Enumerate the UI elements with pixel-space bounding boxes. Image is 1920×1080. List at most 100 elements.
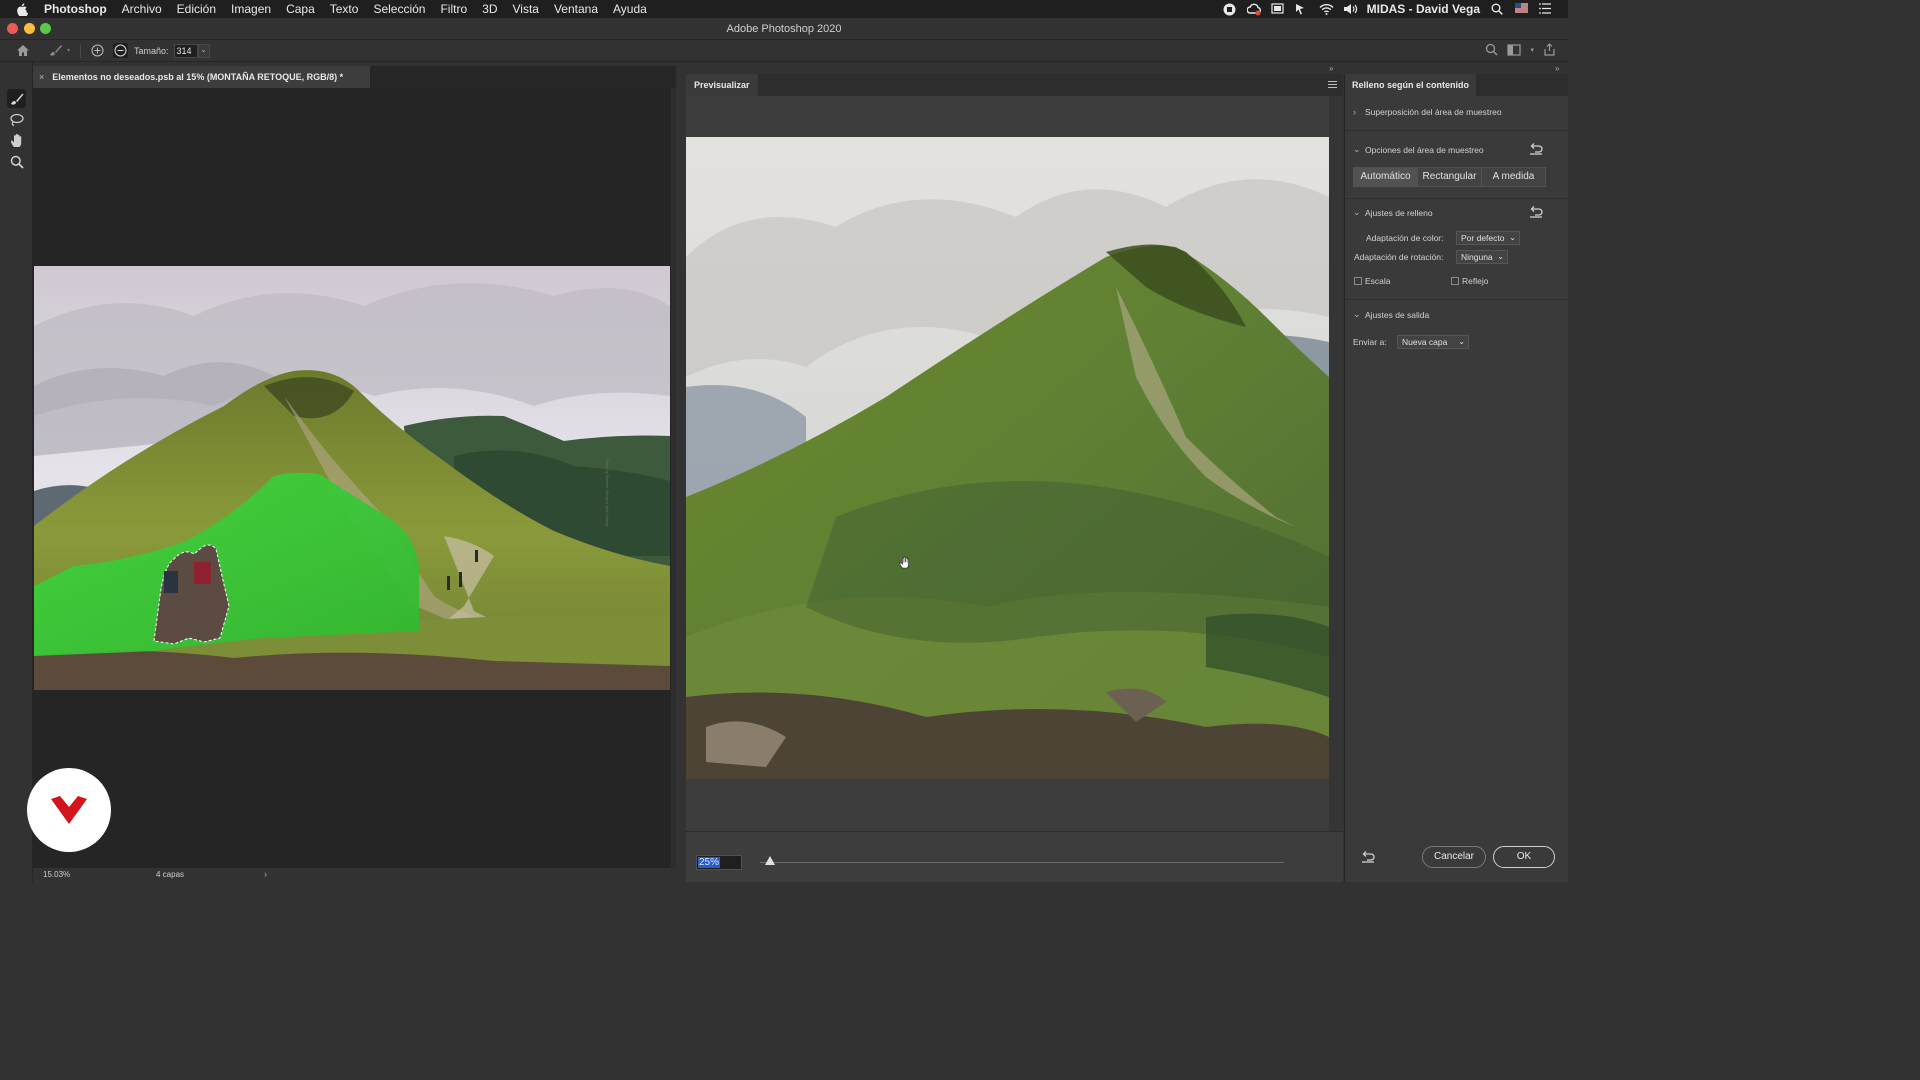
preview-canvas-area[interactable] [686,96,1343,831]
rotation-adaptation-value: Ninguna [1461,252,1493,262]
home-icon[interactable] [15,43,31,59]
menu-ventana[interactable]: Ventana [554,2,598,16]
content-aware-fill-tab[interactable]: Relleno según el contenido [1345,74,1477,96]
content-aware-fill-header: Relleno según el contenido [1345,74,1568,96]
content-aware-fill-panel: Relleno según el contenido › Superposici… [1344,74,1569,882]
hand-tool[interactable] [7,131,26,150]
sampling-mode-custom[interactable]: A medida [1482,168,1545,186]
brush-size-input[interactable]: 314 [173,43,198,58]
menu-ayuda[interactable]: Ayuda [613,2,647,16]
section-divider [1345,130,1569,131]
window-close-button[interactable] [7,23,18,34]
reset-all-icon[interactable] [1361,851,1375,863]
menu-app-name[interactable]: Photoshop [44,2,107,16]
lasso-tool[interactable] [7,110,26,129]
options-bar: ▾ Tamaño: 314 ⌄ ▾ [0,40,1568,62]
preview-zoom-slider-track[interactable] [760,862,1284,863]
menu-seleccion[interactable]: Selección [373,2,425,16]
scale-checkbox[interactable] [1354,277,1362,285]
reset-sampling-options-icon[interactable] [1529,143,1543,155]
ok-button[interactable]: OK [1493,846,1555,868]
subtract-from-selection-icon[interactable] [113,43,129,58]
display-icon[interactable] [1271,2,1284,16]
menu-vista[interactable]: Vista [512,2,538,16]
brush-size-label: Tamaño: [134,45,169,56]
preset-dropdown-arrow-icon[interactable]: ▾ [67,47,70,54]
wifi-icon[interactable] [1319,3,1334,16]
volume-icon[interactable] [1343,3,1357,16]
preview-panel-header: Previsualizar [686,74,1343,96]
section-fill-settings[interactable]: ⌄ Ajustes de relleno [1353,207,1433,218]
menu-edicion[interactable]: Edición [177,2,216,16]
preview-panel-menu-icon[interactable] [1328,80,1337,89]
chevron-down-icon: ⌄ [1353,144,1361,154]
workspace-dropdown-icon[interactable]: ▾ [1530,46,1534,54]
section-sampling-options[interactable]: ⌄ Opciones del área de muestreo [1353,144,1484,155]
sampling-mode-rectangular[interactable]: Rectangular [1418,168,1482,186]
mirror-checkbox[interactable] [1451,277,1459,285]
document-tab-bar: × Elementos no deseados.psb al 15% (MONT… [33,66,676,88]
section-divider [1345,299,1569,300]
tools-panel [0,62,33,882]
sampling-mode-automatic[interactable]: Automático [1354,168,1418,186]
document-tab[interactable]: × Elementos no deseados.psb al 15% (MONT… [33,66,370,88]
preview-vertical-scrollbar[interactable] [1329,96,1343,831]
preview-zoom-input[interactable]: 25% [696,855,742,870]
rotation-adaptation-label: Adaptación de rotación: [1354,252,1444,262]
record-icon[interactable] [1223,3,1236,16]
preview-zoom-value: 25% [698,857,721,868]
cancel-button[interactable]: Cancelar [1422,846,1486,868]
menu-archivo[interactable]: Archivo [122,2,162,16]
reset-fill-settings-icon[interactable] [1529,206,1543,218]
notification-center-icon[interactable] [1539,2,1552,16]
output-to-dropdown[interactable]: Nueva capa ⌄ [1397,335,1469,349]
preview-panel-collapse-icon[interactable]: » [1329,64,1333,73]
color-adaptation-label: Adaptación de color: [1366,233,1444,243]
document-image[interactable] [34,266,670,690]
brush-tool-preset-icon[interactable] [47,43,65,59]
color-adaptation-value: Por defecto [1461,233,1505,243]
status-expand-icon[interactable]: › [264,869,267,879]
window-minimize-button[interactable] [24,23,35,34]
cursor-icon[interactable] [1295,3,1308,16]
close-document-icon[interactable]: × [39,72,44,82]
chevron-down-icon: ⌄ [1353,309,1361,319]
apple-icon[interactable] [16,2,32,16]
section-sampling-options-label: Opciones del área de muestreo [1365,144,1484,155]
window-zoom-button[interactable] [40,23,51,34]
menu-imagen[interactable]: Imagen [231,2,271,16]
preview-tab[interactable]: Previsualizar [686,74,758,96]
output-to-value: Nueva capa [1402,337,1448,347]
zoom-tool[interactable] [7,152,26,171]
preview-image[interactable] [686,137,1329,779]
preview-panel: Previsualizar 25% [686,74,1343,882]
search-icon[interactable] [1485,43,1498,56]
section-output-settings[interactable]: ⌄ Ajustes de salida [1353,309,1429,320]
preview-zoom-slider-thumb[interactable] [765,856,776,865]
color-adaptation-dropdown[interactable]: Por defecto ⌄ [1456,231,1520,245]
section-sampling-overlay[interactable]: › Superposición del área de muestreo [1353,107,1502,117]
sampling-mode-segmented-control: Automático Rectangular A medida [1353,167,1546,187]
fill-brush-tool[interactable] [7,89,26,108]
share-icon[interactable] [1543,43,1556,56]
rotation-adaptation-dropdown[interactable]: Ninguna ⌄ [1456,250,1508,264]
spotlight-search-icon[interactable] [1491,3,1504,16]
menu-3d[interactable]: 3D [482,2,497,16]
document-canvas-area[interactable]: Photo by Bastian Riccardi Matt Kamish [33,88,671,868]
output-to-label: Enviar a: [1353,337,1387,347]
right-panel-collapse-icon[interactable]: » [1555,64,1559,73]
add-to-selection-icon[interactable] [91,44,104,57]
menu-capa[interactable]: Capa [286,2,315,16]
brush-size-dropdown-button[interactable]: ⌄ [197,43,210,58]
menu-texto[interactable]: Texto [330,2,359,16]
section-output-settings-label: Ajustes de salida [1365,309,1430,320]
document-vertical-scrollbar[interactable] [671,88,676,868]
menubar-user-name[interactable]: MIDAS - David Vega [1367,2,1480,16]
us-flag-icon[interactable] [1515,2,1528,16]
document-zoom-status[interactable]: 15.03% [43,870,70,879]
creative-cloud-icon[interactable] [1246,3,1261,16]
window-title: Adobe Photoshop 2020 [726,23,842,35]
workspace-layout-icon[interactable] [1507,43,1522,56]
menu-filtro[interactable]: Filtro [440,2,467,16]
image-watermark: Photo by Bastian Riccardi Matt Kamish [605,458,610,528]
